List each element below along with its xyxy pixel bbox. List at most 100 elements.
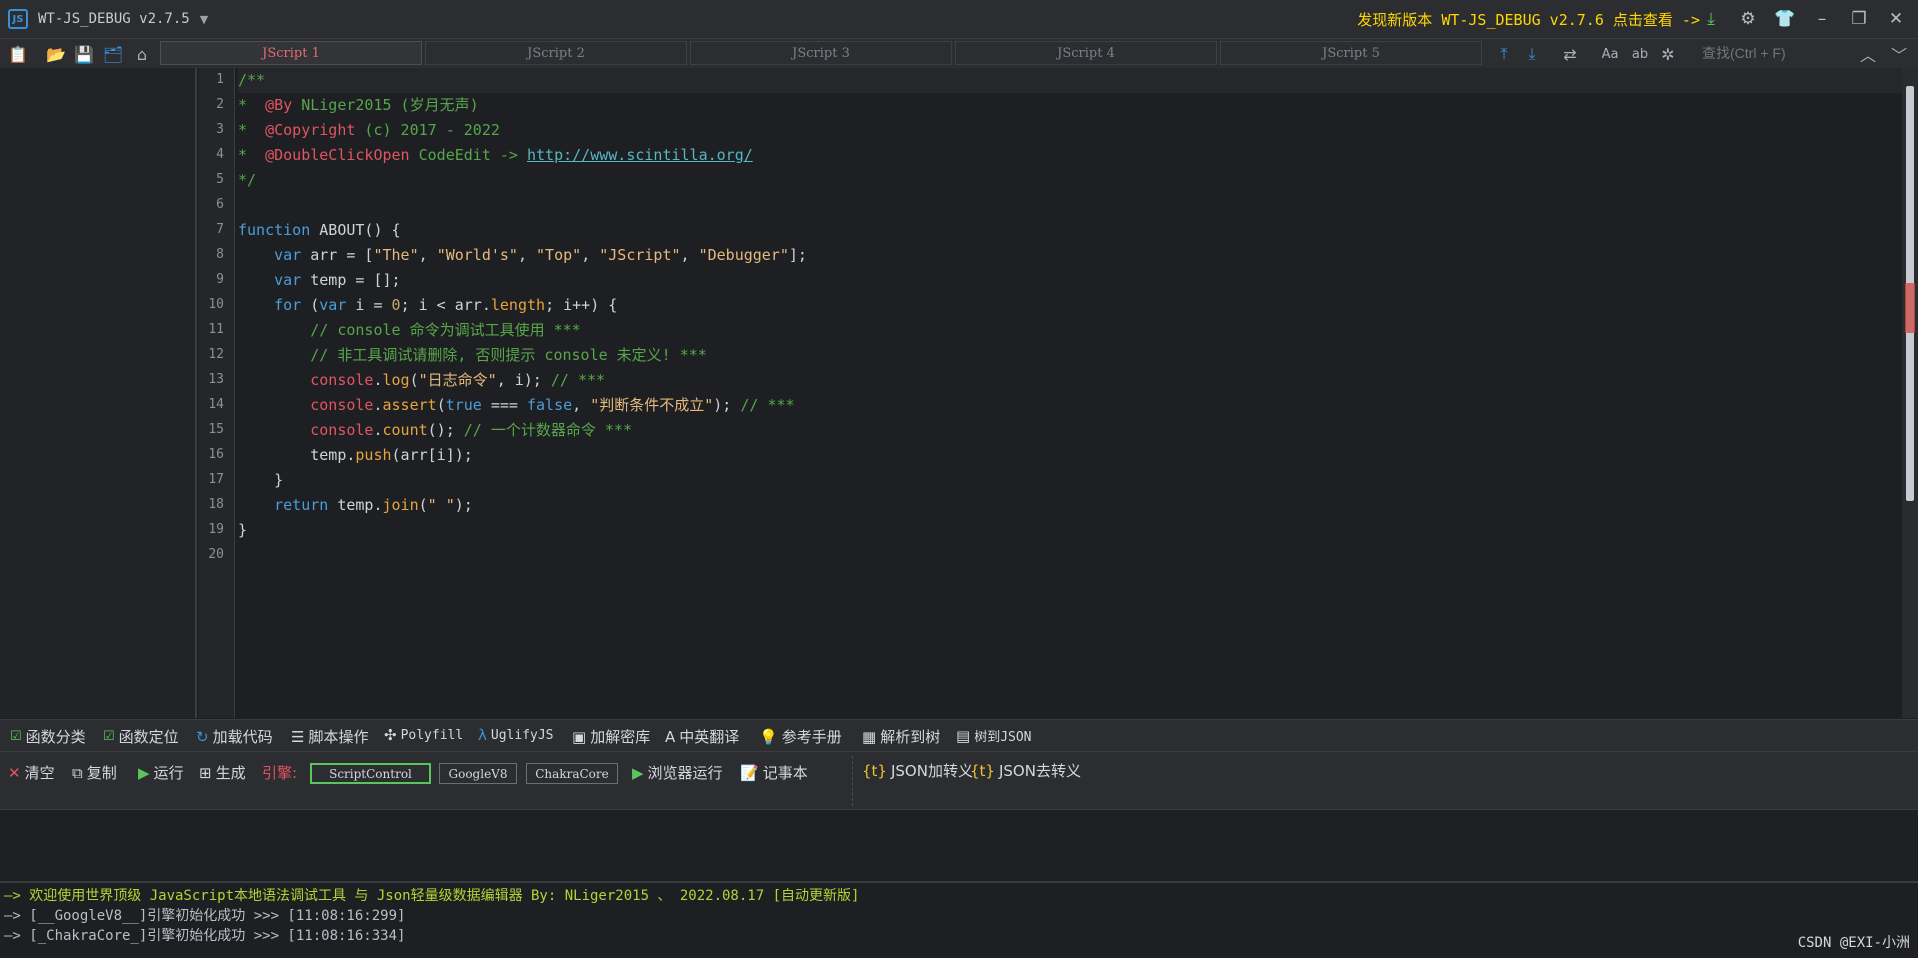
function-tree-panel[interactable] <box>0 68 197 718</box>
download-update-icon[interactable]: ⤓ <box>1699 7 1723 31</box>
line-number: 2 <box>216 97 224 112</box>
code-token: temp. <box>328 496 383 514</box>
save-icon[interactable]: 💾 <box>72 42 96 66</box>
tab-jscript-3[interactable]: JScript 3 <box>690 41 952 65</box>
code-token: /** <box>238 71 266 89</box>
console-line: —> 欢迎使用世界顶级 JavaScript本地语法调试工具 与 Json轻量级… <box>4 888 860 904</box>
code-token: length <box>490 296 546 314</box>
search-input[interactable] <box>1688 41 1848 65</box>
translate-icon: A <box>665 727 676 746</box>
find-previous-icon[interactable]: ︿ <box>1856 42 1880 66</box>
skin-shirt-icon[interactable]: 👕 <box>1773 7 1797 31</box>
engine-googlev8-button[interactable]: GoogleV8 <box>439 763 517 784</box>
whole-word-icon[interactable]: ab <box>1628 42 1652 66</box>
code-token: @DoubleClickOpen <box>265 146 410 164</box>
notepad-button[interactable]: 📝 记事本 <box>740 762 808 783</box>
engine-scriptcontrol-button[interactable]: ScriptControl <box>310 763 431 784</box>
app-logo-icon: JS <box>8 9 28 29</box>
code-token: ; i < arr. <box>400 296 491 314</box>
code-token: * <box>238 96 266 114</box>
checkbox-checked-icon: ☑ <box>103 729 115 744</box>
replace-icon[interactable]: ⇄ <box>1558 42 1582 66</box>
crypto-lib-button[interactable]: ▣ 加解密库 <box>572 726 650 747</box>
scroll-bottom-icon[interactable]: ⤓ <box>1520 42 1544 66</box>
parse-to-tree-button[interactable]: ▦ 解析到树 <box>862 726 940 747</box>
code-token: ); <box>713 396 741 414</box>
tab-jscript-1[interactable]: JScript 1 <box>160 41 422 65</box>
copy-icon: ⧉ <box>72 763 83 782</box>
update-notice-link[interactable]: 发现新版本 WT-JS_DEBUG v2.7.6 点击查看 -> <box>1357 9 1700 30</box>
function-locate-checkbox[interactable]: ☑ 函数定位 <box>103 726 179 747</box>
translate-button[interactable]: A 中英翻译 <box>665 726 739 747</box>
code-token: . <box>373 371 383 389</box>
watermark: CSDN @EXI-小洲 <box>1797 935 1910 951</box>
braces-icon: {t} <box>970 761 995 780</box>
notepad-icon: 📝 <box>740 763 759 782</box>
tab-jscript-5[interactable]: JScript 5 <box>1220 41 1482 65</box>
clear-button[interactable]: ✕ 清空 <box>8 762 55 783</box>
engine-chakracore-button[interactable]: ChakraCore <box>526 763 618 784</box>
restore-icon[interactable]: ❐ <box>1847 7 1871 31</box>
tab-jscript-2[interactable]: JScript 2 <box>425 41 687 65</box>
save-all-icon[interactable]: 🗂 <box>101 42 125 66</box>
load-code-button[interactable]: ↻ 加载代码 <box>196 726 273 747</box>
code-token: true <box>445 396 482 414</box>
regex-icon[interactable]: ✲ <box>1656 42 1680 66</box>
minimize-icon[interactable]: – <box>1810 7 1834 31</box>
code-line: /** <box>238 68 1902 93</box>
browser-run-button[interactable]: ▶ 浏览器运行 <box>632 762 723 783</box>
line-number: 14 <box>208 397 224 412</box>
tree-to-json-button[interactable]: ▤ 树到JSON <box>956 726 1032 746</box>
line-number: 18 <box>208 497 224 512</box>
uglifyjs-button[interactable]: λ UglifyJS <box>478 726 554 744</box>
code-token: ABOUT() { <box>310 221 401 239</box>
code-editor[interactable]: /** * @By NLiger2015 (岁月无声) * @Copyright (… <box>236 68 1902 718</box>
action-bar: ✕ 清空 ⧉ 复制 ▶ 运行 ⊞ 生成 引擎: ScriptControl Google… <box>0 751 1918 809</box>
function-category-checkbox[interactable]: ☑ 函数分类 <box>10 726 86 747</box>
generate-button[interactable]: ⊞ 生成 <box>199 762 246 783</box>
polyfill-button[interactable]: ✣ Polyfill <box>384 726 463 744</box>
json-unescape-button[interactable]: {t} JSON去转义 <box>970 760 1081 781</box>
code-token: , <box>572 396 591 414</box>
line-number: 17 <box>208 472 224 487</box>
code-line: function ABOUT() { <box>238 218 401 243</box>
close-icon[interactable]: ✕ <box>1884 7 1908 31</box>
run-button[interactable]: ▶ 运行 <box>138 762 184 783</box>
engine-label: 引擎: <box>262 764 298 782</box>
code-token: "The" <box>373 246 419 264</box>
find-next-icon[interactable]: ﹀ <box>1887 42 1911 66</box>
reference-manual-button[interactable]: 💡 参考手册 <box>759 726 842 747</box>
json-escape-button[interactable]: {t} JSON加转义 <box>862 760 973 781</box>
menu-bars-icon: ☰ <box>291 727 305 746</box>
code-token: "日志命令" <box>418 371 497 389</box>
copy-button[interactable]: ⧉ 复制 <box>72 762 117 783</box>
code-token: for <box>274 296 302 314</box>
line-number: 10 <box>208 297 224 312</box>
editor-vertical-scrollbar[interactable] <box>1902 68 1918 718</box>
code-line: return temp.join(" "); <box>238 493 473 518</box>
code-token: * <box>238 146 266 164</box>
code-token: , i); <box>496 371 551 389</box>
code-line: } <box>238 518 247 543</box>
title-dropdown-icon[interactable]: ▼ <box>200 13 208 26</box>
scroll-top-icon[interactable]: ⤒ <box>1492 42 1516 66</box>
code-token: temp. <box>238 446 356 464</box>
code-token: "判断条件不成立" <box>590 396 714 414</box>
settings-icon[interactable]: ⚙ <box>1736 7 1760 31</box>
open-folder-icon[interactable]: 📂 <box>44 42 68 66</box>
code-token: ( <box>418 496 428 514</box>
code-token: , <box>418 246 437 264</box>
output-panel[interactable] <box>0 809 1918 879</box>
tab-jscript-4[interactable]: JScript 4 <box>955 41 1217 65</box>
script-operation-button[interactable]: ☰ 脚本操作 <box>291 726 368 747</box>
match-case-icon[interactable]: Aa <box>1598 42 1622 66</box>
code-line: temp.push(arr[i]); <box>238 443 473 468</box>
clear-format-icon[interactable]: ⌂ <box>130 42 154 66</box>
code-token: false <box>527 396 573 414</box>
line-number: 7 <box>216 222 224 237</box>
clipboard-icon[interactable]: 📋 <box>6 42 30 66</box>
